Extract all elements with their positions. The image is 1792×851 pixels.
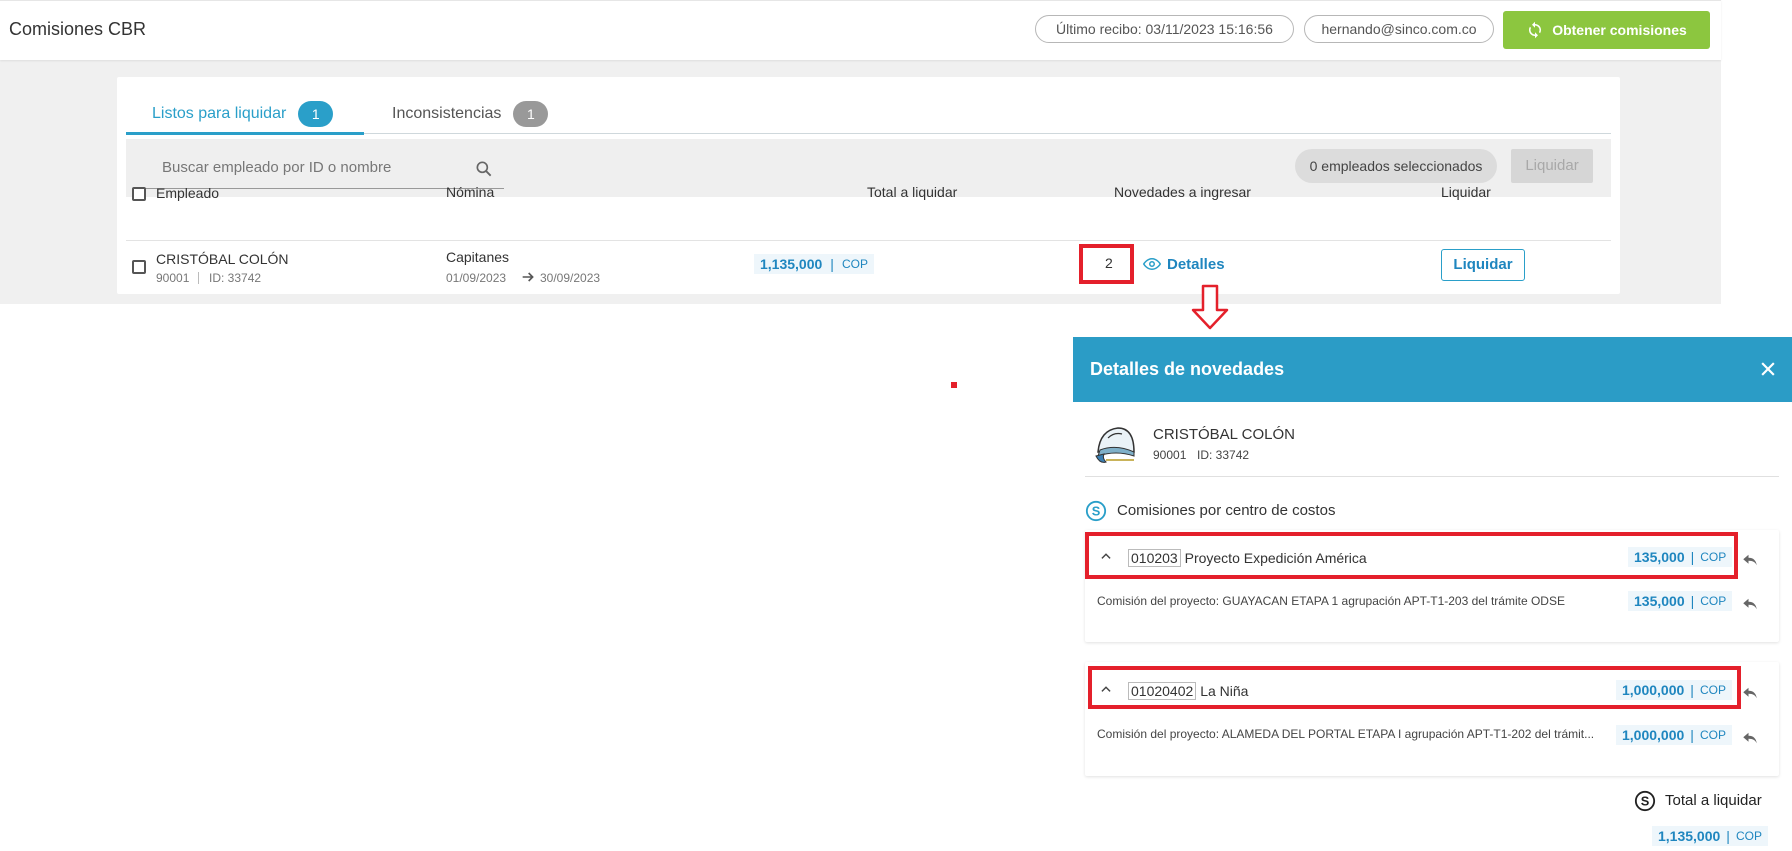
arrow-right-icon [522,272,534,282]
highlight-cost-center-2 [1088,666,1741,709]
undo-icon[interactable] [1741,553,1759,567]
amount-separator: | [1726,828,1730,844]
selected-count-chip: 0 empleados seleccionados [1295,149,1497,183]
tab-label: Inconsistencias [392,105,502,122]
panel-title: Detalles de novedades [1090,359,1285,379]
commission-detail-amount-chip: 135,000 | COP [1628,591,1733,611]
eye-icon[interactable] [1142,255,1162,273]
search-field [144,149,504,189]
search-input[interactable] [162,159,462,176]
payroll-date-to: 30/09/2023 [540,271,601,285]
undo-icon[interactable] [1741,597,1759,611]
refresh-icon [1529,21,1542,39]
main-card: Listos para liquidar 1 Inconsistencias 1… [117,77,1620,294]
column-header-liquidar: Liquidar [1441,184,1491,200]
column-header-nomina: Nómina [446,184,495,200]
user-email-pill: hernando@sinco.com.co [1304,15,1494,43]
highlight-novedades-count [1079,244,1134,284]
panel-divider [1085,476,1779,477]
commission-detail-currency: COP [1700,594,1727,608]
total-amount: 1,135,000 [1658,828,1721,844]
red-marker [951,382,957,388]
commission-detail-text: Comisión del proyecto: ALAMEDA DEL PORTA… [1097,727,1595,741]
employee-name: CRISTÓBAL COLÓN [156,251,289,267]
row-checkbox[interactable] [132,260,146,274]
svg-text:S: S [1092,504,1101,519]
dollar-icon: S [1085,500,1107,522]
dollar-icon: S [1634,790,1656,812]
top-bar: Comisiones CBR Último recibo: 03/11/2023… [0,0,1721,60]
payroll-date-from: 01/09/2023 [446,271,507,285]
search-icon[interactable] [474,159,494,179]
currency-label: COP [841,257,868,271]
table-row: CRISTÓBAL COLÓN 90001 ID: 33742 Capitane… [126,241,1611,293]
payroll-name: Capitanes [446,249,510,265]
get-commissions-label: Obtener comisiones [1552,22,1687,38]
column-header-empleado: Empleado [156,185,220,201]
undo-icon[interactable] [1741,686,1759,700]
amount-separator: | [830,256,834,272]
commission-detail-amount: 1,000,000 [1622,727,1685,743]
employee-id: ID: 33742 [209,271,262,285]
total-amount-chip: 1,135,000 | COP [754,254,874,274]
panel-header: Detalles de novedades [1073,337,1792,402]
active-tab-indicator [126,132,364,135]
details-link[interactable]: Detalles [1167,256,1225,273]
panel-employee-code: 90001 [1153,448,1187,462]
row-liquidar-button[interactable]: Liquidar [1441,249,1525,281]
column-header-total: Total a liquidar [867,184,958,200]
close-icon[interactable] [1758,359,1778,379]
svg-text:S: S [1641,794,1650,809]
commission-detail-currency: COP [1699,728,1726,742]
down-arrow-icon [1191,284,1229,330]
total-label: Total a liquidar [1665,792,1762,809]
avatar-icon [1095,427,1135,463]
last-receipt-pill: Último recibo: 03/11/2023 15:16:56 [1035,15,1294,43]
amount-separator: | [1690,593,1695,609]
section-title: Comisiones por centro de costos [1117,502,1336,519]
get-commissions-button[interactable]: Obtener comisiones [1503,11,1710,49]
tab-count-badge: 1 [513,101,549,127]
amount-separator: | [1690,727,1694,743]
bulk-liquidar-button[interactable]: Liquidar [1511,149,1593,183]
panel-employee-id: ID: 33742 [1197,448,1250,462]
highlight-cost-center-1 [1085,532,1738,579]
total-currency: COP [1735,829,1762,843]
tab-inconsistencias[interactable]: Inconsistencias 1 [392,97,549,131]
panel-employee-name: CRISTÓBAL COLÓN [1153,426,1295,443]
select-all-checkbox[interactable] [132,187,146,201]
total-amount: 1,135,000 [760,256,823,272]
column-header-novedades: Novedades a ingresar [1114,184,1251,200]
commission-detail-text: Comisión del proyecto: GUAYACAN ETAPA 1 … [1097,594,1565,608]
commission-detail-amount-chip: 1,000,000 | COP [1616,725,1732,745]
employee-code: 90001 [156,271,190,285]
app-title: Comisiones CBR [9,19,147,39]
tab-label: Listos para liquidar [152,105,287,122]
tab-count-badge: 1 [298,101,334,127]
tab-listos-para-liquidar[interactable]: Listos para liquidar 1 [152,97,334,131]
divider [198,272,199,284]
undo-icon[interactable] [1741,731,1759,745]
total-amount-chip: 1,135,000 | COP [1652,826,1768,846]
commission-detail-amount: 135,000 [1634,593,1685,609]
